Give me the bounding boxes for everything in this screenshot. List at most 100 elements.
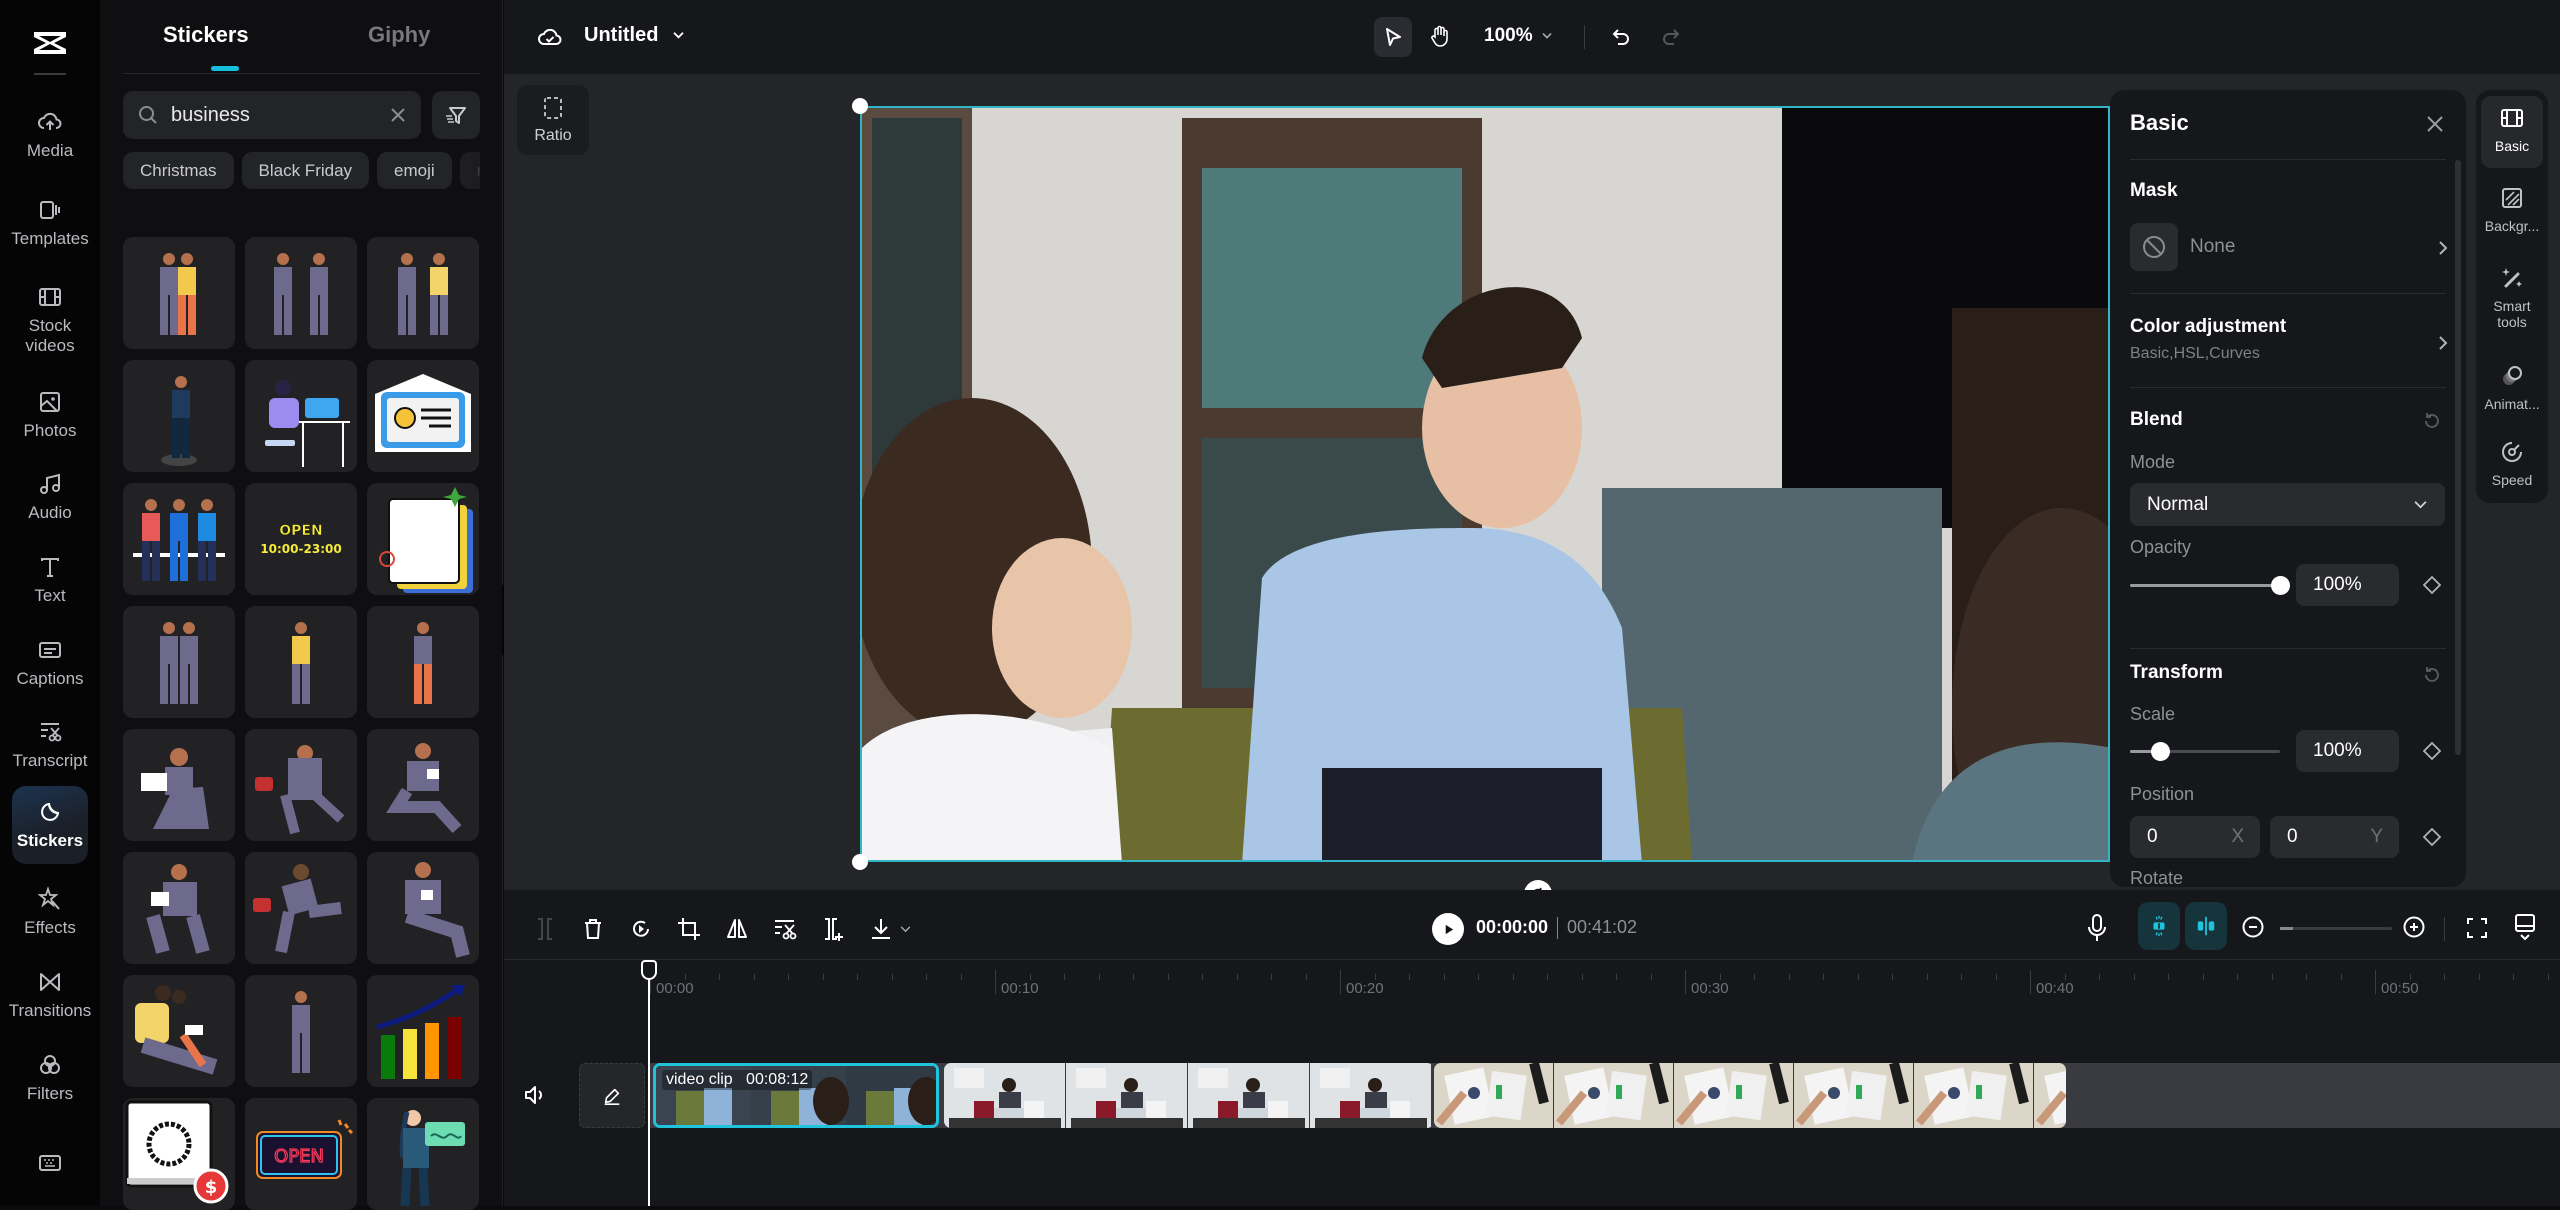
nav-transcript[interactable]: Transcript	[12, 710, 88, 780]
crop-icon[interactable]	[676, 916, 702, 942]
download-dropdown[interactable]	[868, 916, 911, 942]
keyframe-diamond-icon[interactable]	[2422, 827, 2442, 847]
nav-photos[interactable]: Photos	[12, 380, 88, 450]
chip-emoji[interactable]: emoji	[377, 152, 452, 189]
linkage-toggle[interactable]	[2185, 902, 2227, 950]
tab-speed[interactable]: Speed	[2481, 430, 2543, 502]
nav-stock-videos[interactable]: Stock videos	[12, 278, 88, 362]
panel-scrollbar[interactable]	[2455, 160, 2461, 755]
sticker-man-on-phone[interactable]	[123, 729, 235, 841]
reverse-play-icon[interactable]	[628, 916, 654, 942]
video-clip-1[interactable]: video clip 00:08:12	[653, 1063, 939, 1128]
resize-handle-bottom-left[interactable]	[852, 854, 868, 870]
sticker-safe-with-dollar[interactable]: $	[123, 1098, 235, 1210]
edit-cover-button[interactable]	[579, 1063, 645, 1128]
sticker-man-presenting[interactable]	[123, 360, 235, 472]
zoom-level-dropdown[interactable]: 100%	[1484, 25, 1553, 47]
microphone-icon[interactable]	[2087, 913, 2107, 943]
sticker-businesswoman-tablet[interactable]	[367, 606, 479, 718]
sticker-couple-laptop-sitting[interactable]	[123, 975, 235, 1087]
redo-button[interactable]	[1659, 26, 1681, 48]
zoom-out-icon[interactable]	[2241, 915, 2265, 939]
zoom-in-icon[interactable]	[2402, 915, 2426, 939]
sticker-search-input[interactable]: business	[123, 91, 421, 139]
sticker-couple-business-people[interactable]	[123, 237, 235, 349]
mask-none-button[interactable]	[2130, 223, 2178, 271]
reset-icon[interactable]	[2422, 665, 2442, 685]
split-icon[interactable]	[532, 916, 558, 942]
sticker-certificate-icon[interactable]	[367, 360, 479, 472]
sticker-neon-open-sign[interactable]: OPEN	[245, 1098, 357, 1210]
search-value[interactable]: business	[171, 104, 389, 127]
filter-button[interactable]	[432, 91, 480, 139]
sticker-man-walking-suit[interactable]	[245, 975, 357, 1087]
fullscreen-icon[interactable]	[2465, 916, 2489, 940]
caption-display-icon[interactable]	[2513, 912, 2537, 942]
sticker-two-businessmen[interactable]	[123, 606, 235, 718]
transcript-edit-icon[interactable]	[772, 916, 798, 942]
mask-value[interactable]: None	[2190, 236, 2235, 258]
project-title-dropdown[interactable]: Untitled	[584, 24, 685, 47]
chevron-right-icon[interactable]	[2437, 334, 2449, 352]
chip-christmas[interactable]: Christmas	[123, 152, 234, 189]
sticker-handshake-suits[interactable]	[245, 237, 357, 349]
sticker-blank-notes-card[interactable]	[367, 483, 479, 595]
chip-black-friday[interactable]: Black Friday	[241, 152, 370, 189]
resize-handle-top-left[interactable]	[852, 98, 868, 114]
sticker-man-sitting-tablet[interactable]	[367, 852, 479, 964]
timeline-ruler[interactable]: 00:00 00:10 00:20 00:30 00:40 00:50	[504, 959, 2560, 1015]
clear-search-icon[interactable]	[389, 106, 407, 124]
close-icon[interactable]	[2425, 114, 2445, 134]
slider-thumb[interactable]	[2151, 742, 2170, 761]
opacity-input[interactable]: 100%	[2296, 564, 2399, 606]
keyframe-diamond-icon[interactable]	[2422, 575, 2442, 595]
position-y-input[interactable]: 0 Y	[2270, 816, 2399, 858]
sticker-woman-holding-banknote[interactable]	[367, 1098, 479, 1210]
nav-filters[interactable]: Filters	[12, 1043, 88, 1113]
nav-transitions[interactable]: Transitions	[9, 960, 91, 1030]
tab-giphy[interactable]: Giphy	[368, 22, 430, 48]
nav-text[interactable]: Text	[12, 545, 88, 615]
select-tool-button[interactable]	[1374, 17, 1412, 57]
timeline-zoom-slider[interactable]	[2280, 927, 2392, 930]
capcut-logo[interactable]	[30, 28, 70, 58]
auto-snap-toggle[interactable]	[2138, 902, 2180, 950]
flip-icon[interactable]	[724, 916, 750, 942]
tab-stickers[interactable]: Stickers	[163, 22, 249, 48]
keyframe-diamond-icon[interactable]	[2422, 741, 2442, 761]
nav-media[interactable]: Media	[12, 100, 88, 170]
undo-button[interactable]	[1611, 26, 1633, 48]
video-clip-3[interactable]	[1434, 1063, 2066, 1128]
blend-mode-select[interactable]: Normal	[2130, 483, 2445, 526]
sticker-team-meeting-table[interactable]	[123, 483, 235, 595]
hand-tool-button[interactable]	[1429, 24, 1451, 48]
position-x-input[interactable]: 0 X	[2130, 816, 2260, 858]
sticker-man-with-notebook[interactable]	[245, 729, 357, 841]
split-marker-icon[interactable]	[820, 916, 846, 942]
chevron-right-icon[interactable]	[2437, 239, 2449, 257]
nav-stickers[interactable]: Stickers	[12, 786, 88, 864]
nav-templates[interactable]: Templates	[11, 188, 89, 258]
tab-animation[interactable]: Animat...	[2481, 354, 2543, 426]
nav-audio[interactable]: Audio	[12, 462, 88, 532]
sticker-growth-bar-chart[interactable]	[367, 975, 479, 1087]
sticker-woman-reading[interactable]	[367, 729, 479, 841]
tab-smart-tools[interactable]: Smart tools	[2481, 256, 2543, 346]
video-clip-2[interactable]	[944, 1063, 1434, 1128]
sticker-man-running-briefcase[interactable]	[245, 852, 357, 964]
ratio-button[interactable]: Ratio	[517, 85, 589, 155]
nav-effects[interactable]: Effects	[12, 877, 88, 947]
sticker-handshake-yellow-shirt[interactable]	[367, 237, 479, 349]
chip-overflow[interactable]: new	[459, 152, 480, 189]
tab-background[interactable]: Backgr...	[2481, 176, 2543, 248]
cloud-save-status[interactable]	[537, 24, 563, 50]
sticker-open-hours-10-23[interactable]: OPEN 10:00-23:00	[245, 483, 357, 595]
sticker-businessman-yellow-shirt[interactable]	[245, 606, 357, 718]
opacity-slider[interactable]	[2130, 576, 2290, 595]
reset-icon[interactable]	[2422, 411, 2442, 431]
play-button[interactable]	[1432, 913, 1464, 945]
scale-slider[interactable]	[2130, 742, 2280, 761]
speaker-icon[interactable]	[522, 1082, 548, 1108]
color-adjustment-heading[interactable]: Color adjustment	[2130, 316, 2286, 338]
slider-thumb[interactable]	[2271, 576, 2290, 595]
